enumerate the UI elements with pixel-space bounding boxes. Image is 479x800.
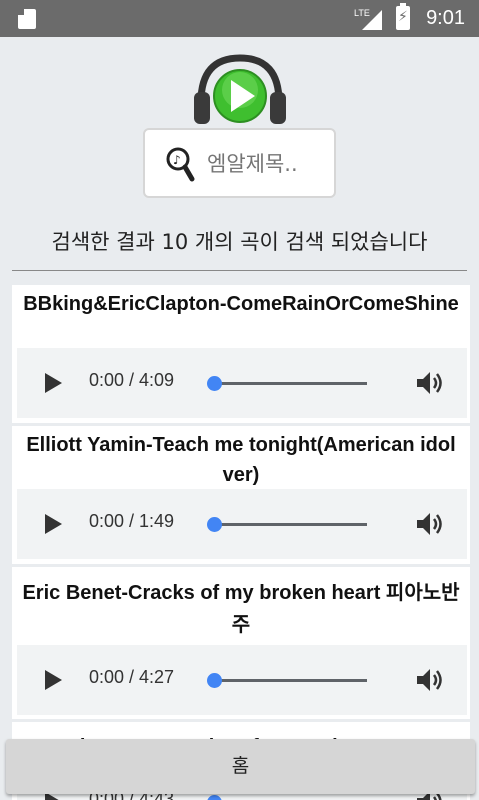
song-title: Eric Benet-Cracks of my broken heart 피아노…	[22, 582, 460, 636]
song-title: BBking&EricClapton-ComeRainOrComeShine	[23, 293, 459, 315]
seek-thumb[interactable]	[207, 673, 222, 688]
headphones-play-logo-icon	[194, 54, 286, 124]
svg-text:♪: ♪	[173, 153, 181, 167]
song-title: Elliott Yamin-Teach me tonight(American …	[26, 434, 456, 486]
sd-card-icon	[18, 9, 36, 29]
volume-icon[interactable]	[415, 511, 445, 537]
song-card: BBking&EricClapton-ComeRainOrComeShine 0…	[12, 285, 470, 423]
seek-thumb[interactable]	[207, 517, 222, 532]
seek-track[interactable]	[214, 382, 367, 385]
song-card: Eric Benet-Cracks of my broken heart 피아노…	[12, 567, 470, 719]
audio-player: 0:00 / 4:09	[17, 348, 467, 418]
seek-track[interactable]	[214, 679, 367, 682]
search-result-text: 검색한 결과 10 개의 곡이 검색 되었습니다	[51, 230, 428, 254]
seek-thumb[interactable]	[207, 376, 222, 391]
seek-thumb[interactable]	[207, 795, 222, 800]
play-icon[interactable]	[45, 514, 62, 534]
search-box[interactable]: ♪	[143, 128, 336, 198]
status-time: 9:01	[426, 7, 465, 29]
audio-player: 0:00 / 4:27	[17, 645, 467, 715]
play-icon[interactable]	[45, 373, 62, 393]
battery-charging-icon: ⚡	[396, 3, 410, 30]
search-input[interactable]	[205, 148, 329, 180]
home-button[interactable]: 홈	[6, 739, 475, 794]
play-icon[interactable]	[45, 670, 62, 690]
song-card: Elliott Yamin-Teach me tonight(American …	[12, 426, 470, 564]
audio-time: 0:00 / 4:09	[89, 370, 175, 390]
audio-player: 0:00 / 1:49	[17, 489, 467, 559]
divider	[12, 270, 467, 271]
audio-time: 0:00 / 1:49	[89, 511, 175, 531]
audio-time: 0:00 / 4:27	[89, 667, 175, 687]
song-list[interactable]: BBking&EricClapton-ComeRainOrComeShine 0…	[12, 285, 470, 800]
volume-icon[interactable]	[415, 370, 445, 396]
seek-track[interactable]	[214, 523, 367, 526]
volume-icon[interactable]	[415, 667, 445, 693]
status-bar: LTE ⚡ 9:01	[0, 0, 479, 37]
signal-icon	[362, 10, 382, 30]
music-search-icon: ♪	[166, 147, 195, 182]
